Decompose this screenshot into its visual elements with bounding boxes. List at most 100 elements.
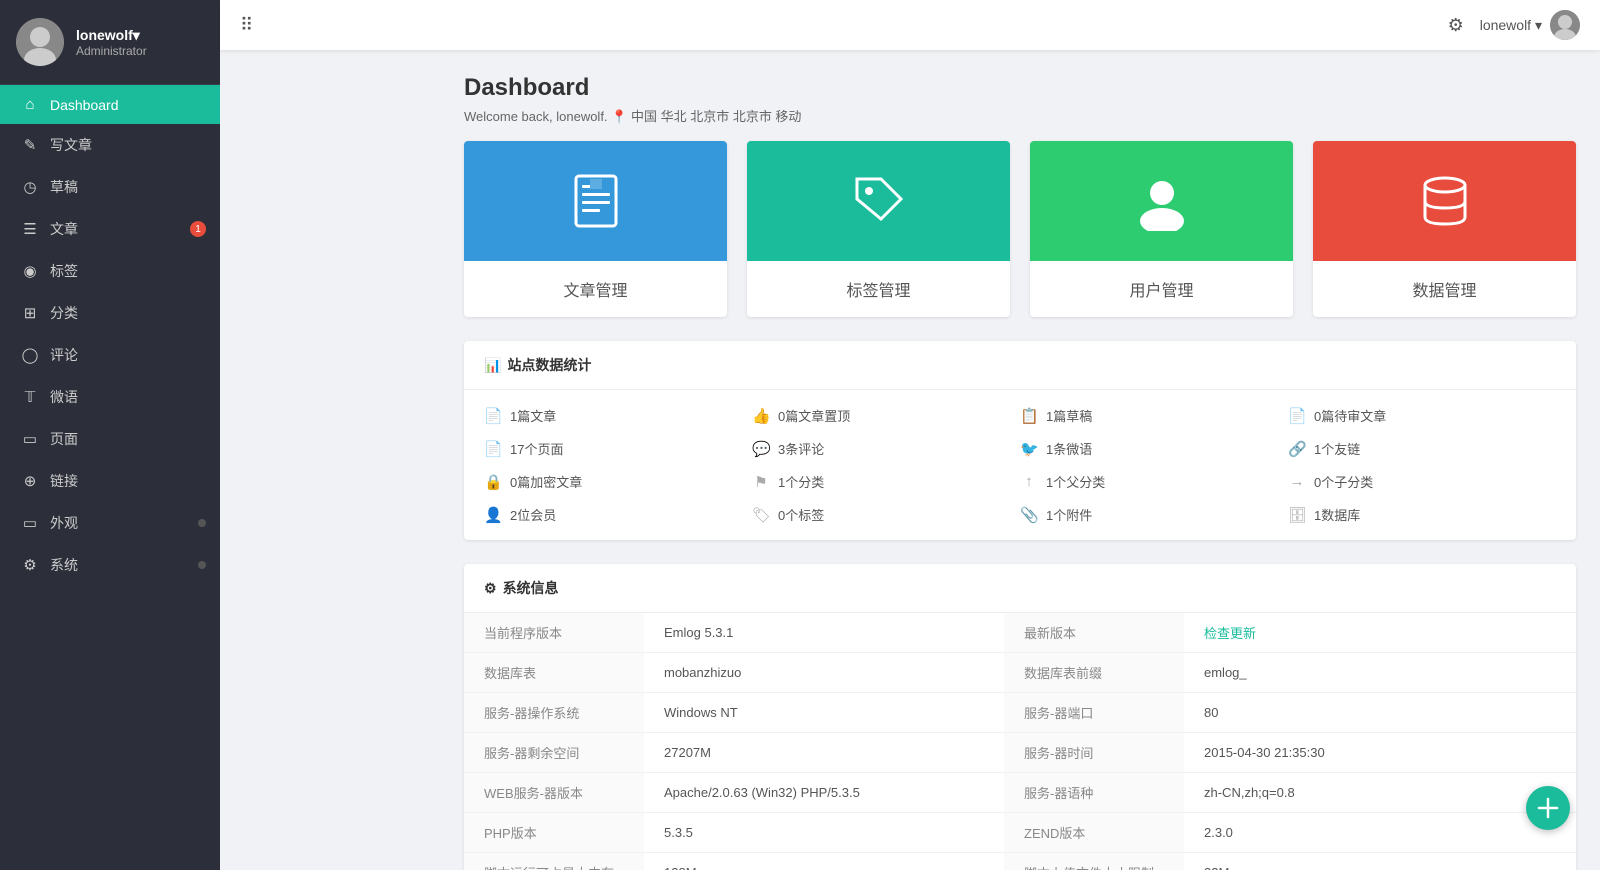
write-icon: ✎ bbox=[20, 136, 40, 154]
appearance-icon: ▭ bbox=[20, 514, 40, 532]
value-server-os: Windows NT bbox=[644, 693, 1004, 733]
value-max-memory: 128M bbox=[644, 853, 1004, 870]
label-server-os: 服务-器操作系统 bbox=[464, 693, 644, 733]
stat-text-pending: 0篇待审文章 bbox=[1314, 406, 1386, 425]
articles-badge: 1 bbox=[190, 221, 206, 237]
stat-draft: 📋 1篇草稿 bbox=[1020, 406, 1288, 425]
module-card-data[interactable]: 数据管理 bbox=[1313, 141, 1576, 317]
stat-text-articles: 1篇文章 bbox=[510, 406, 556, 425]
label-disk-space: 服务-器剩余空间 bbox=[464, 733, 644, 773]
sidebar-label-pages: 页面 bbox=[50, 429, 78, 449]
sidebar-item-dashboard[interactable]: ⌂ Dashboard bbox=[0, 85, 220, 124]
sidebar-item-pages[interactable]: ▭ 页面 bbox=[0, 418, 220, 460]
sidebar-label-system: 系统 bbox=[50, 555, 78, 575]
sidebar-item-microblog[interactable]: 𝕋 微语 bbox=[0, 376, 220, 418]
label-server-lang: 服务-器语种 bbox=[1004, 773, 1184, 813]
stat-links: 🔗 1个友链 bbox=[1288, 439, 1556, 458]
pages-icon: ▭ bbox=[20, 430, 40, 448]
value-web-server: Apache/2.0.63 (Win32) PHP/5.3.5 bbox=[644, 773, 1004, 813]
stat-icon-articles: 📄 bbox=[484, 407, 502, 425]
sidebar-label-write: 写文章 bbox=[50, 135, 92, 155]
sidebar-item-categories[interactable]: ⊞ 分类 bbox=[0, 292, 220, 334]
sidebar-item-drafts[interactable]: ◷ 草稿 bbox=[0, 166, 220, 208]
profile-text: lonewolf▾ Administrator bbox=[76, 27, 147, 58]
home-icon: ⌂ bbox=[20, 96, 40, 113]
sidebar-label-drafts: 草稿 bbox=[50, 177, 78, 197]
topbar-user[interactable]: lonewolf ▾ bbox=[1480, 10, 1580, 40]
sidebar-label-comments: 评论 bbox=[50, 345, 78, 365]
sidebar-item-comments[interactable]: ◯ 评论 bbox=[0, 334, 220, 376]
module-card-tags[interactable]: 标签管理 bbox=[747, 141, 1010, 317]
card-top-data bbox=[1313, 141, 1576, 261]
stats-title: 站点数据统计 bbox=[507, 355, 591, 375]
stat-members: 👤 2位会员 bbox=[484, 505, 752, 524]
label-upload-limit: 脚本上传文件大小限制 bbox=[1004, 853, 1184, 870]
stat-icon-encrypted: 🔒 bbox=[484, 473, 502, 491]
table-row: 脚本运行可占最大内存 128M 脚本上传文件大小限制 32M bbox=[464, 853, 1576, 870]
settings-icon[interactable]: ⚙ bbox=[1448, 15, 1464, 36]
avatar bbox=[16, 18, 64, 66]
stat-db: 🗄 1数据库 bbox=[1288, 505, 1556, 524]
fab-button[interactable] bbox=[1526, 786, 1570, 830]
card-label-data: 数据管理 bbox=[1313, 261, 1576, 317]
stats-section: 📊 站点数据统计 📄 1篇文章 👍 0篇文章置顶 📋 1篇草稿 📄 0篇待审文章… bbox=[464, 341, 1576, 540]
value-latest-version[interactable]: 检查更新 bbox=[1184, 613, 1576, 653]
stat-text-pages: 17个页面 bbox=[510, 439, 563, 458]
page-title: Dashboard bbox=[464, 74, 1576, 102]
sidebar-label-links: 链接 bbox=[50, 471, 78, 491]
stat-text-links: 1个友链 bbox=[1314, 439, 1360, 458]
stat-text-attachments: 1个附件 bbox=[1046, 505, 1092, 524]
stat-attachments: 📎 1个附件 bbox=[1020, 505, 1288, 524]
stat-icon-attachments: 📎 bbox=[1020, 506, 1038, 524]
stat-text-microblog: 1条微语 bbox=[1046, 439, 1092, 458]
stat-tags: 🏷 0个标签 bbox=[752, 505, 1020, 524]
sidebar-label-appearance: 外观 bbox=[50, 513, 78, 533]
module-card-articles[interactable]: 文章管理 bbox=[464, 141, 727, 317]
value-upload-limit: 32M bbox=[1184, 853, 1576, 870]
location-text: 中国 华北 北京市 北京市 移动 bbox=[631, 109, 801, 124]
stat-pinned: 👍 0篇文章置顶 bbox=[752, 406, 1020, 425]
sidebar-item-write[interactable]: ✎ 写文章 bbox=[0, 124, 220, 166]
sidebar-label-categories: 分类 bbox=[50, 303, 78, 323]
system-info-table: 当前程序版本 Emlog 5.3.1 最新版本 检查更新 数据库表 mobanz… bbox=[464, 613, 1576, 870]
label-program-version: 当前程序版本 bbox=[464, 613, 644, 653]
stat-text-tags: 0个标签 bbox=[778, 505, 824, 524]
stat-parent-cat: ↑ 1个父分类 bbox=[1020, 472, 1288, 491]
sidebar-item-appearance[interactable]: ▭ 外观 bbox=[0, 502, 220, 544]
system-info-section: ⚙ 系统信息 当前程序版本 Emlog 5.3.1 最新版本 检查更新 数据库表… bbox=[464, 564, 1576, 870]
stat-text-parent-cat: 1个父分类 bbox=[1046, 472, 1105, 491]
sidebar-item-tags[interactable]: ◉ 标签 bbox=[0, 250, 220, 292]
value-server-time: 2015-04-30 21:35:30 bbox=[1184, 733, 1576, 773]
system-info-icon: ⚙ bbox=[484, 580, 497, 597]
card-top-tags bbox=[747, 141, 1010, 261]
links-icon: ⊕ bbox=[20, 472, 40, 490]
stat-pending: 📄 0篇待审文章 bbox=[1288, 406, 1556, 425]
value-zend-version: 2.3.0 bbox=[1184, 813, 1576, 853]
stat-icon-child-cat: → bbox=[1288, 473, 1306, 490]
value-program-version: Emlog 5.3.1 bbox=[644, 613, 1004, 653]
table-row: 服务-器操作系统 Windows NT 服务-器端口 80 bbox=[464, 693, 1576, 733]
label-server-time: 服务-器时间 bbox=[1004, 733, 1184, 773]
table-row: 数据库表 mobanzhizuo 数据库表前缀 emlog_ bbox=[464, 653, 1576, 693]
module-card-users[interactable]: 用户管理 bbox=[1030, 141, 1293, 317]
stat-articles: 📄 1篇文章 bbox=[484, 406, 752, 425]
stat-encrypted: 🔒 0篇加密文章 bbox=[484, 472, 752, 491]
system-info-title: 系统信息 bbox=[503, 578, 559, 598]
page-header: Dashboard Welcome back, lonewolf. 📍 中国 华… bbox=[464, 74, 1576, 125]
articles-icon: ☰ bbox=[20, 220, 40, 238]
sidebar-item-articles[interactable]: ☰ 文章 1 bbox=[0, 208, 220, 250]
value-server-port: 80 bbox=[1184, 693, 1576, 733]
grid-icon[interactable]: ⠿ bbox=[240, 15, 253, 36]
sidebar-label-articles: 文章 bbox=[50, 219, 78, 239]
sidebar-username[interactable]: lonewolf▾ bbox=[76, 27, 147, 44]
sidebar-item-links[interactable]: ⊕ 链接 bbox=[0, 460, 220, 502]
card-top-articles bbox=[464, 141, 727, 261]
system-expand-dot bbox=[198, 561, 206, 569]
label-latest-version: 最新版本 bbox=[1004, 613, 1184, 653]
sidebar-item-system[interactable]: ⚙ 系统 bbox=[0, 544, 220, 586]
value-php-version: 5.3.5 bbox=[644, 813, 1004, 853]
stat-icon-db: 🗄 bbox=[1288, 506, 1306, 524]
topbar-avatar bbox=[1550, 10, 1580, 40]
stat-icon-pending: 📄 bbox=[1288, 407, 1306, 425]
table-row: WEB服务-器版本 Apache/2.0.63 (Win32) PHP/5.3.… bbox=[464, 773, 1576, 813]
